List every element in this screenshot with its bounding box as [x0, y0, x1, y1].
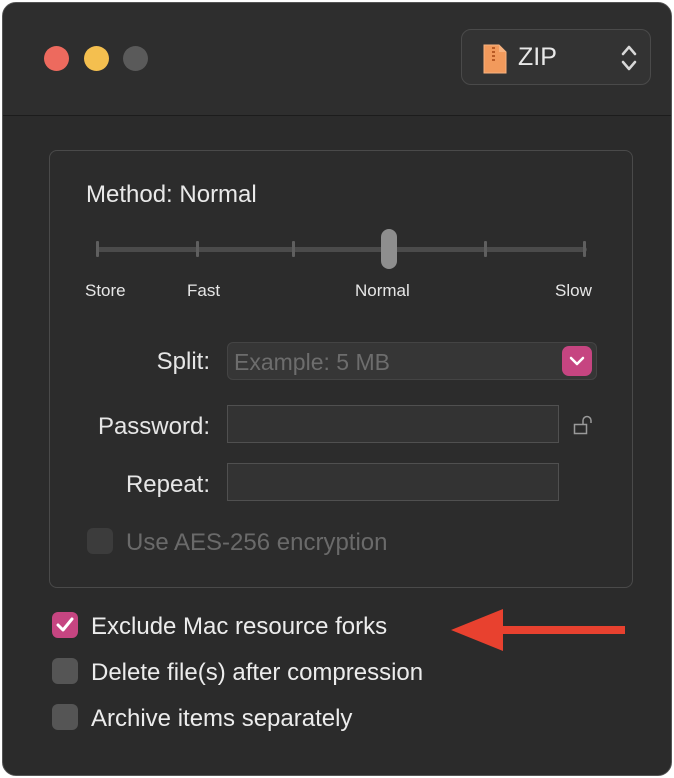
archive-separately-label: Archive items separately [91, 705, 353, 732]
format-label: ZIP [518, 43, 557, 71]
method-slider-thumb[interactable] [381, 229, 397, 269]
delete-after-compression-label: Delete file(s) after compression [91, 659, 424, 686]
slider-tick [292, 241, 295, 257]
password-label: Password: [97, 413, 210, 440]
split-dropdown-button[interactable] [562, 346, 592, 376]
method-slider-track[interactable] [97, 247, 587, 252]
chevron-down-icon [569, 356, 585, 366]
delete-after-compression-checkbox[interactable] [52, 658, 78, 684]
options-panel: Method: Normal Store Fast Normal Slow Sp… [49, 150, 633, 588]
format-select[interactable]: ZIP [461, 29, 651, 85]
unlock-icon[interactable] [573, 415, 595, 442]
slider-label-slow: Slow [555, 281, 592, 300]
aes-label: Use AES-256 encryption [126, 529, 388, 556]
slider-label-store: Store [85, 281, 126, 300]
minimize-button[interactable] [84, 46, 109, 71]
aes-checkbox[interactable] [87, 528, 113, 554]
compression-window: ZIP Method: Normal Store Fast Normal Slo… [2, 2, 672, 776]
zoom-button[interactable] [123, 46, 148, 71]
chevron-updown-icon [620, 44, 638, 77]
slider-tick [484, 241, 487, 257]
slider-tick [96, 241, 99, 257]
zip-file-icon [482, 43, 508, 80]
repeat-label: Repeat: [125, 471, 210, 498]
close-button[interactable] [44, 46, 69, 71]
annotation-arrow-icon [451, 607, 629, 658]
exclude-resource-forks-checkbox[interactable] [52, 612, 78, 638]
slider-label-normal: Normal [355, 281, 410, 300]
split-field[interactable]: Example: 5 MB [227, 342, 597, 380]
password-field[interactable] [227, 405, 559, 443]
method-label: Method: Normal [86, 181, 257, 208]
split-label: Split: [156, 348, 210, 375]
slider-tick [196, 241, 199, 257]
repeat-field[interactable] [227, 463, 559, 501]
title-bar: ZIP [3, 3, 671, 116]
slider-label-fast: Fast [187, 281, 221, 300]
exclude-resource-forks-label: Exclude Mac resource forks [91, 613, 388, 640]
slider-tick [583, 241, 586, 257]
checkmark-icon [56, 617, 74, 632]
split-placeholder: Example: 5 MB [234, 349, 390, 375]
archive-separately-checkbox[interactable] [52, 704, 78, 730]
